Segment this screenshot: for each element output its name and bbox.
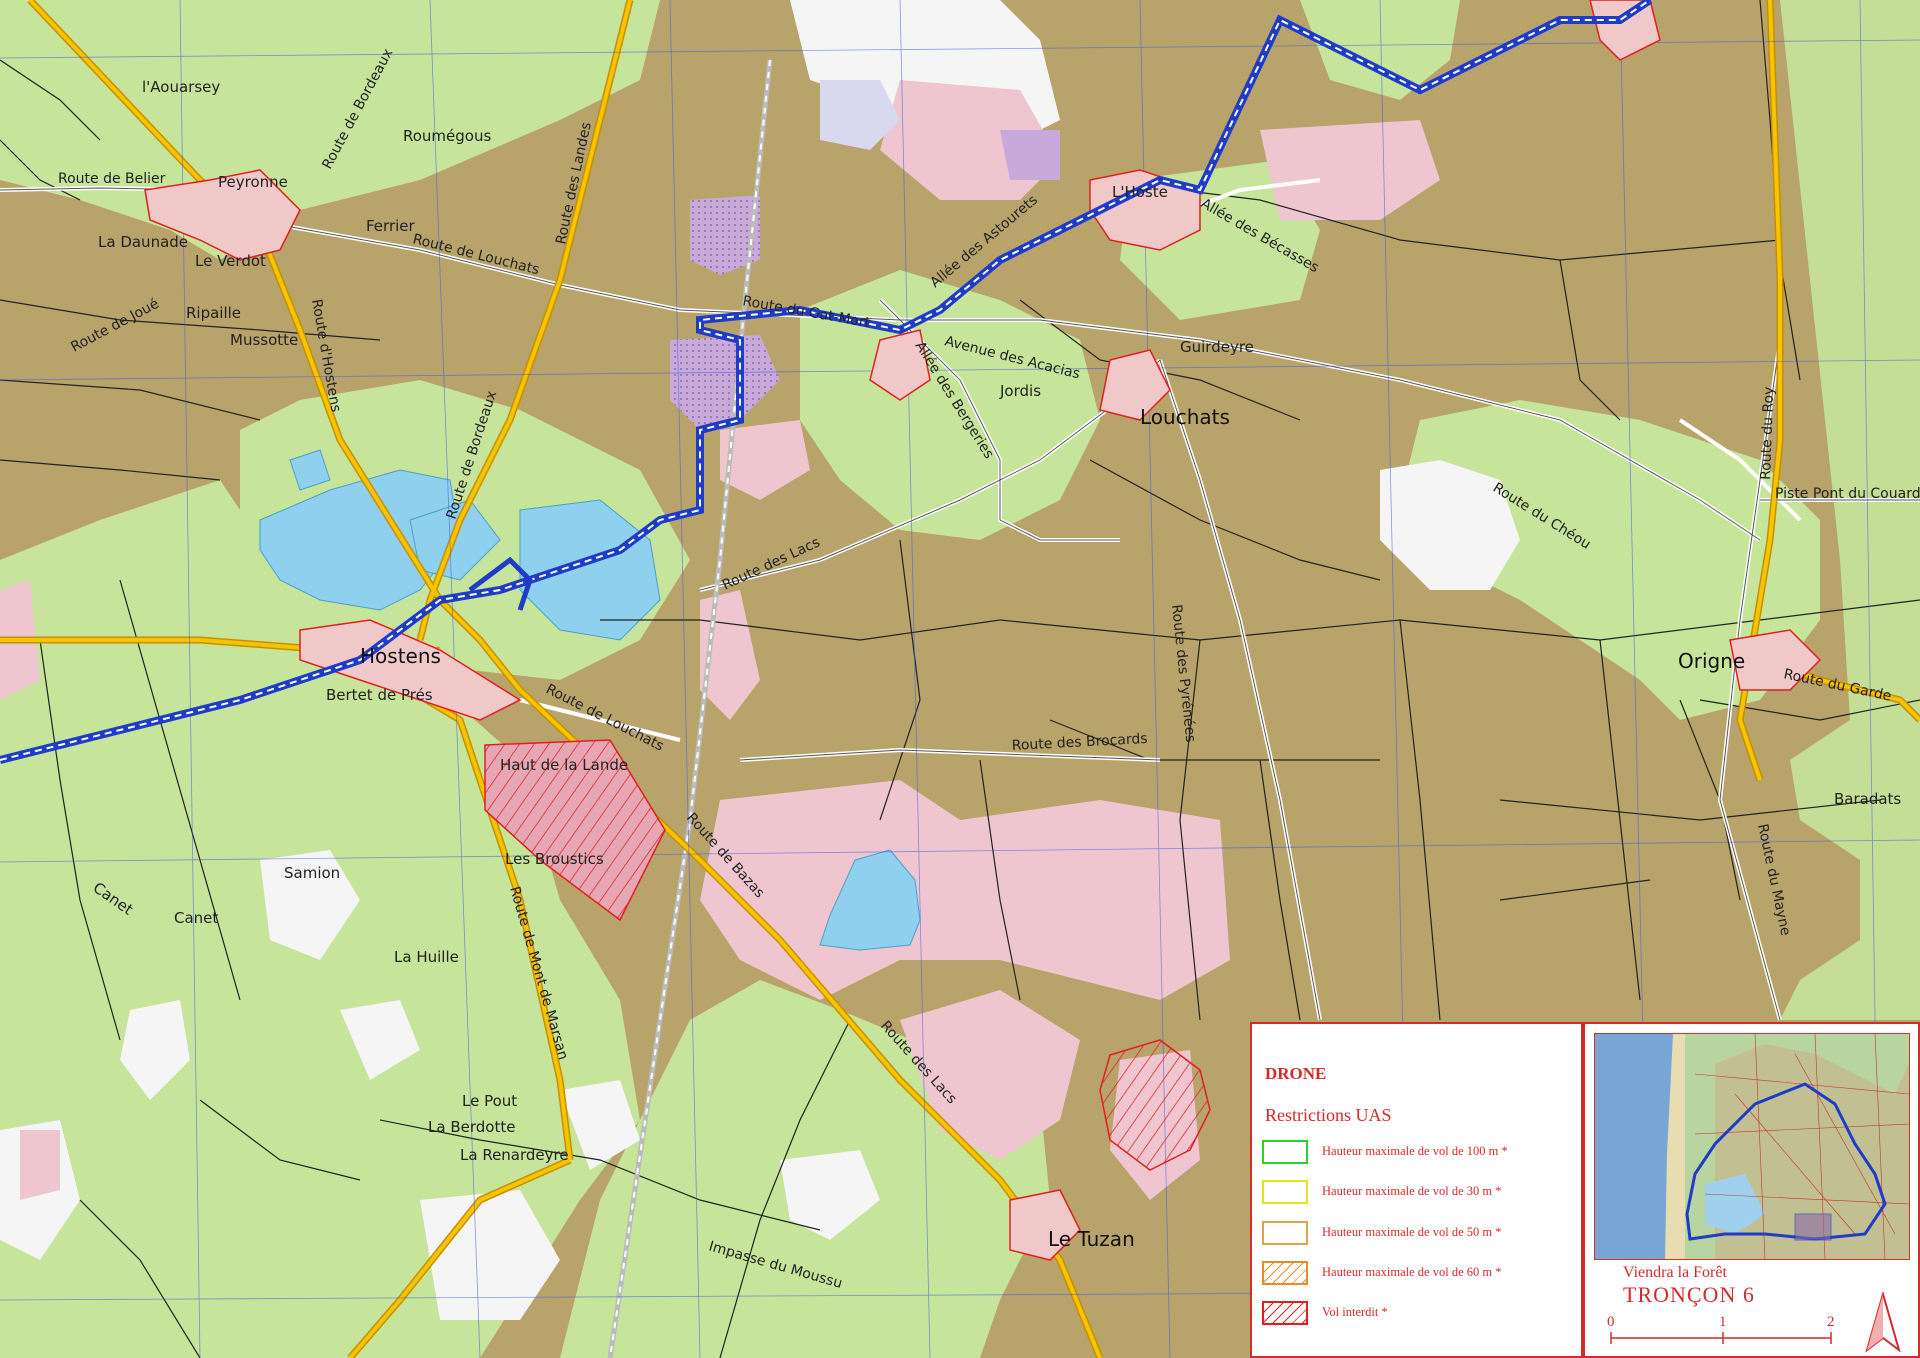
place-label: Le Pout bbox=[462, 1092, 517, 1110]
town-label-origne: Origne bbox=[1678, 649, 1745, 673]
legend-item-30m: Hauteur maximale de vol de 30 m * bbox=[1262, 1180, 1582, 1206]
place-label: Roumégous bbox=[403, 127, 491, 145]
legend-swatch bbox=[1262, 1180, 1308, 1204]
legend-item-label: Hauteur maximale de vol de 60 m * bbox=[1322, 1265, 1502, 1279]
place-label: Mussotte bbox=[230, 331, 298, 349]
legend-panel: DRONE Restrictions UAS Hauteur maximale … bbox=[1250, 1022, 1583, 1358]
legend-item-50m: Hauteur maximale de vol de 50 m * bbox=[1262, 1221, 1582, 1247]
scale-tick-label: 1 bbox=[1719, 1314, 1727, 1330]
legend-item-label: Hauteur maximale de vol de 50 m * bbox=[1322, 1225, 1502, 1239]
legend-item-100m: Hauteur maximale de vol de 100 m * bbox=[1262, 1140, 1582, 1166]
overview-panel: Viendra la Forêt TRONÇON 6 0 1 2 bbox=[1583, 1022, 1920, 1358]
scale-tick-label: 2 bbox=[1827, 1314, 1835, 1330]
place-label: l'Aouarsey bbox=[142, 78, 220, 96]
legend-item-label: Vol interdit * bbox=[1322, 1305, 1388, 1319]
place-label: L'Hoste bbox=[1112, 183, 1168, 201]
place-label: Ferrier bbox=[366, 217, 416, 235]
legend-item-label: Hauteur maximale de vol de 30 m * bbox=[1322, 1184, 1502, 1198]
town-label-hostens: Hostens bbox=[360, 644, 441, 668]
place-label: La Berdotte bbox=[428, 1118, 515, 1136]
north-arrow-icon bbox=[1865, 1292, 1901, 1353]
place-label: Bertet de Prés bbox=[326, 686, 433, 704]
overview-minimap bbox=[1594, 1033, 1910, 1260]
place-label: Le Verdot bbox=[195, 252, 266, 270]
place-label: Haut de la Lande bbox=[500, 756, 628, 774]
overview-caption: Viendra la Forêt bbox=[1623, 1264, 1727, 1281]
place-label: Baradats bbox=[1834, 790, 1901, 808]
road-label: Piste Pont du Couarde bbox=[1775, 486, 1920, 502]
legend-subtitle: Restrictions UAS bbox=[1265, 1105, 1392, 1125]
legend-item-no-fly: Vol interdit * bbox=[1262, 1301, 1582, 1327]
section-title: TRONÇON 6 bbox=[1623, 1282, 1755, 1307]
scale-bar: 0 1 2 bbox=[1607, 1314, 1835, 1344]
legend-swatch bbox=[1262, 1301, 1308, 1325]
place-label: La Huille bbox=[394, 948, 459, 966]
place-label: La Daunade bbox=[98, 233, 188, 251]
place-label: Canet bbox=[174, 909, 218, 927]
legend-swatch bbox=[1262, 1261, 1308, 1285]
place-label: Les Broustics bbox=[505, 850, 604, 868]
legend-swatch bbox=[1262, 1221, 1308, 1245]
legend-item-label: Hauteur maximale de vol de 100 m * bbox=[1322, 1144, 1508, 1158]
legend-title: DRONE bbox=[1265, 1064, 1327, 1083]
place-label: Peyronne bbox=[218, 173, 288, 191]
legend-item-60m: Hauteur maximale de vol de 60 m * bbox=[1262, 1261, 1582, 1287]
town-label-tuzan: Le Tuzan bbox=[1048, 1227, 1135, 1251]
town-label-louchats: Louchats bbox=[1140, 405, 1230, 429]
road-label: Route du Roy bbox=[1758, 386, 1777, 480]
place-label: Guirdeyre bbox=[1180, 338, 1254, 356]
place-label: La Renardeyre bbox=[460, 1146, 569, 1164]
place-label: Jordis bbox=[999, 382, 1041, 400]
place-label: Ripaille bbox=[186, 304, 241, 322]
legend-swatch bbox=[1262, 1140, 1308, 1164]
road-label: Route de Belier bbox=[58, 171, 166, 187]
scale-tick-label: 0 bbox=[1607, 1314, 1615, 1330]
place-label: Samion bbox=[284, 864, 340, 882]
